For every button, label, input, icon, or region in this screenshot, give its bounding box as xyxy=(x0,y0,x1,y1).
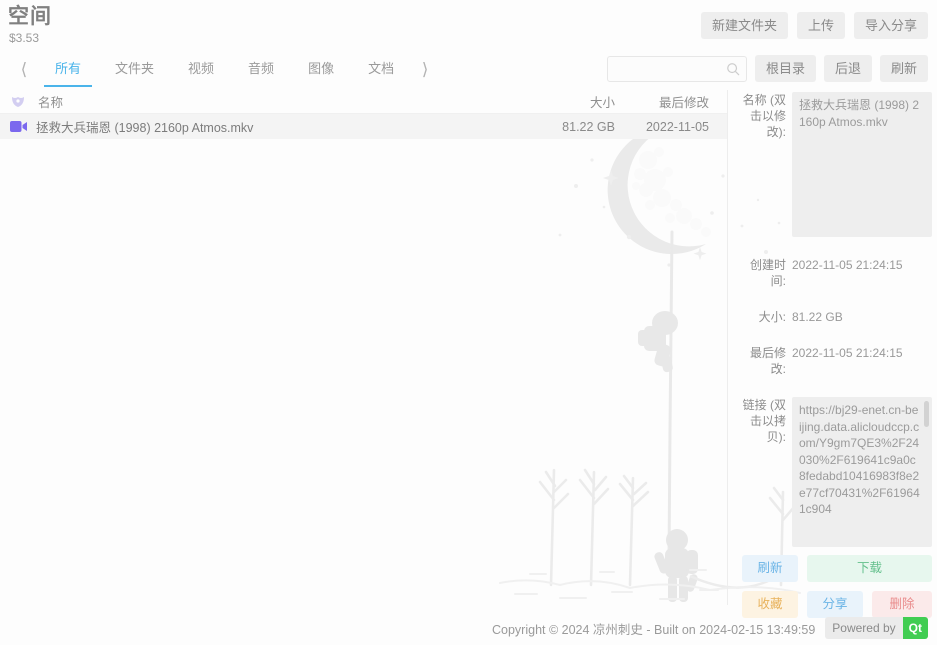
detail-created-field: 创建时间: 2022-11-05 21:24:15 xyxy=(736,257,932,289)
detail-created-label: 创建时间: xyxy=(749,258,786,288)
detail-buttons-row-1: 刷新 下载 xyxy=(736,555,932,582)
column-header-mtime[interactable]: 最后修改 xyxy=(615,92,727,111)
title-block: 空间 $3.53 xyxy=(8,4,52,46)
detail-size-value: 81.22 GB xyxy=(792,310,843,324)
search-box[interactable] xyxy=(606,55,747,82)
column-header-size[interactable]: 大小 xyxy=(519,92,615,111)
detail-link-field: 链接 (双击以拷贝): https://bj29-enet.cn-beijing… xyxy=(736,397,932,547)
link-scrollbar-thumb[interactable] xyxy=(924,401,929,427)
file-list-header: 名称 大小 最后修改 xyxy=(0,90,727,114)
chevron-left-icon[interactable]: ⟨ xyxy=(10,52,38,88)
file-size-cell: 81.22 GB xyxy=(562,119,615,134)
refresh-button[interactable]: 刷新 xyxy=(879,55,928,82)
detail-modified-value: 2022-11-05 21:24:15 xyxy=(792,346,903,360)
app-footer: Copyright © 2024 凉州刺史 - Built on 2024-02… xyxy=(0,611,937,645)
detail-size-field: 大小: 81.22 GB xyxy=(736,309,932,325)
detail-refresh-button[interactable]: 刷新 xyxy=(742,555,798,582)
detail-link-label: 链接 (双击以拷贝): xyxy=(742,398,786,444)
file-detail-panel: 名称 (双击以修改): 拯救大兵瑞恩 (1998) 2160p Atmos.mk… xyxy=(736,92,932,618)
file-mtime-cell: 2022-11-05 xyxy=(645,119,709,134)
detail-size-label: 大小: xyxy=(758,310,786,324)
powered-by-badge: Powered by Qt xyxy=(825,617,928,639)
page-title: 空间 xyxy=(8,5,52,28)
quota-amount: $3.53 xyxy=(9,31,40,45)
navigation-controls: 根目录 后退 刷新 xyxy=(606,55,928,82)
new-folder-button[interactable]: 新建文件夹 xyxy=(700,12,788,39)
detail-link-value[interactable]: https://bj29-enet.cn-beijing.data.aliclo… xyxy=(792,397,932,547)
upload-button[interactable]: 上传 xyxy=(796,12,845,39)
select-all-icon[interactable] xyxy=(10,95,26,109)
download-button[interactable]: 下载 xyxy=(807,555,932,582)
detail-name-field: 名称 (双击以修改): 拯救大兵瑞恩 (1998) 2160p Atmos.mk… xyxy=(736,92,932,237)
panel-divider xyxy=(727,90,728,605)
chevron-right-icon[interactable]: ⟩ xyxy=(411,52,439,88)
tab-all[interactable]: 所有 xyxy=(38,52,98,88)
tab-bar: ⟨ 所有 文件夹 视频 音频 图像 文档 ⟩ 根目录 后退 刷新 xyxy=(0,52,937,88)
category-tabs: ⟨ 所有 文件夹 视频 音频 图像 文档 ⟩ xyxy=(10,52,439,88)
file-list: 名称 大小 最后修改 拯救大兵瑞恩 (1998) 2160p Atmos.mkv… xyxy=(0,90,727,605)
app-header: 空间 $3.53 新建文件夹 上传 导入分享 xyxy=(0,0,937,50)
tab-document[interactable]: 文档 xyxy=(351,52,411,88)
detail-modified-label: 最后修改: xyxy=(749,346,786,376)
search-icon xyxy=(727,62,740,75)
tab-folders[interactable]: 文件夹 xyxy=(98,52,171,88)
detail-name-label: 名称 (双击以修改): xyxy=(742,93,786,139)
powered-by-label: Powered by xyxy=(832,621,896,635)
table-row[interactable]: 拯救大兵瑞恩 (1998) 2160p Atmos.mkv 81.22 GB 2… xyxy=(0,114,727,139)
file-manager-window: 空间 $3.53 新建文件夹 上传 导入分享 ⟨ 所有 文件夹 视频 音频 图像… xyxy=(0,0,937,645)
tab-video[interactable]: 视频 xyxy=(171,52,231,88)
import-share-button[interactable]: 导入分享 xyxy=(853,12,928,39)
detail-created-value: 2022-11-05 21:24:15 xyxy=(792,258,903,272)
copyright-text: Copyright © 2024 凉州刺史 - Built on 2024-02… xyxy=(492,622,816,637)
tab-audio[interactable]: 音频 xyxy=(231,52,291,88)
back-button[interactable]: 后退 xyxy=(823,55,872,82)
qt-logo: Qt xyxy=(902,617,928,639)
root-dir-button[interactable]: 根目录 xyxy=(754,55,816,82)
video-file-icon xyxy=(10,121,27,132)
tab-image[interactable]: 图像 xyxy=(291,52,351,88)
detail-name-value[interactable]: 拯救大兵瑞恩 (1998) 2160p Atmos.mkv xyxy=(792,92,932,237)
header-actions: 新建文件夹 上传 导入分享 xyxy=(700,12,928,39)
column-header-name[interactable]: 名称 xyxy=(38,92,519,111)
detail-modified-field: 最后修改: 2022-11-05 21:24:15 xyxy=(736,345,932,377)
file-name-cell: 拯救大兵瑞恩 (1998) 2160p Atmos.mkv xyxy=(10,117,519,136)
file-name-text: 拯救大兵瑞恩 (1998) 2160p Atmos.mkv xyxy=(36,121,254,135)
detail-link-text: https://bj29-enet.cn-beijing.data.aliclo… xyxy=(799,403,920,516)
